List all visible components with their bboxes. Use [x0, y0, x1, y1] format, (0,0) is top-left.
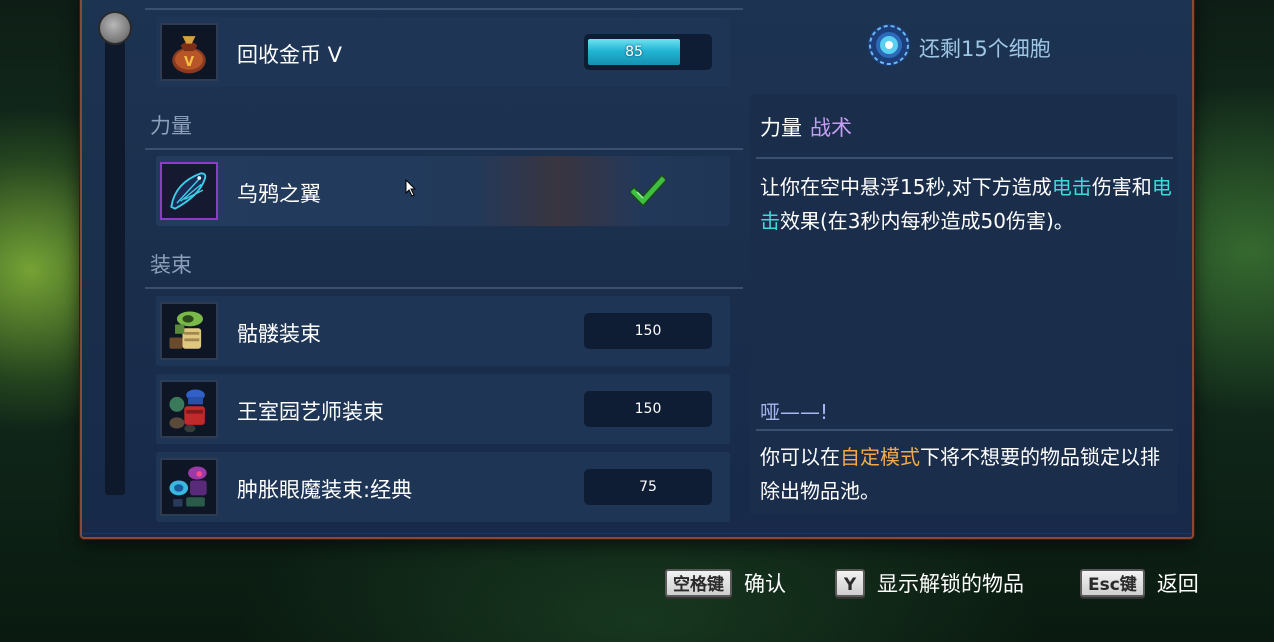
scrollbar-knob[interactable]	[100, 13, 130, 43]
y-key-icon: Y	[835, 569, 865, 597]
hint-confirm[interactable]: 空格键 确认	[665, 566, 786, 600]
details-divider	[756, 157, 1173, 159]
list-item-gardener-outfit[interactable]: 王室园艺师装束 150	[156, 374, 730, 444]
esc-key-icon: Esc键	[1080, 569, 1145, 597]
item-details-panel: 力量 战术 让你在空中悬浮15秒,对下方造成电击伤害和电击效果(在3秒内每秒造成5…	[750, 94, 1177, 514]
item-name: 骷髅装束	[237, 322, 321, 346]
section-divider	[145, 287, 743, 289]
list-item-crow-wing[interactable]: 乌鸦之翼	[156, 156, 730, 226]
progress-value: 85	[625, 44, 643, 60]
item-category: 力量 战术	[760, 112, 852, 142]
hint-label: 显示解锁的物品	[877, 572, 1024, 596]
keyword-shock: 电击	[1051, 175, 1092, 199]
subcategory-label: 战术	[810, 116, 852, 140]
gardener-outfit-icon	[160, 380, 218, 438]
cells-remaining-text: 还剩15个细胞	[919, 37, 1051, 61]
cost-box: 75	[584, 469, 712, 505]
list-item-bloated-eye-outfit[interactable]: 肿胀眼魔装束:经典 75	[156, 452, 730, 522]
scrollbar-track[interactable]	[105, 25, 125, 495]
cell-icon	[868, 24, 910, 66]
item-name: 乌鸦之翼	[237, 182, 321, 206]
section-header-outfits: 装束	[150, 253, 192, 277]
mouse-cursor-icon	[405, 179, 417, 197]
space-key-icon: 空格键	[665, 569, 732, 597]
svg-text:V: V	[184, 55, 195, 70]
cost-box: 150	[584, 313, 712, 349]
hint-label: 返回	[1156, 572, 1199, 596]
bloated-eye-outfit-icon	[160, 458, 218, 516]
cost-box: 150	[584, 391, 712, 427]
section-header-power: 力量	[150, 114, 192, 138]
item-description: 让你在空中悬浮15秒,对下方造成电击伤害和电击效果(在3秒内每秒造成50伤害)。	[760, 175, 1172, 233]
hint-label: 确认	[744, 572, 786, 596]
crow-wing-icon	[160, 162, 218, 220]
item-name: 王室园艺师装束	[237, 400, 384, 424]
list-divider	[145, 8, 743, 10]
skeleton-outfit-icon	[160, 302, 218, 360]
hint-show-unlocked[interactable]: Y 显示解锁的物品	[835, 566, 1024, 600]
item-name: 肿胀眼魔装束:经典	[237, 478, 413, 502]
list-item-gold-recycle[interactable]: V 回收金币 V 85	[156, 17, 730, 87]
gold-bag-icon: V	[160, 23, 218, 81]
recycle-progress-bar: 85	[584, 34, 712, 70]
tip-text: 你可以在自定模式下将不想要的物品锁定以排除出物品池。	[760, 445, 1160, 503]
tip-divider	[756, 429, 1173, 431]
unlocked-check-icon	[631, 174, 665, 207]
hint-back[interactable]: Esc键 返回	[1080, 566, 1199, 600]
item-name: 回收金币 V	[237, 43, 343, 67]
tip-label: 哑——!	[760, 400, 829, 424]
category-label: 力量	[760, 116, 802, 140]
keyword-custom-mode: 自定模式	[840, 445, 920, 469]
section-divider	[145, 148, 743, 150]
list-item-skeleton-outfit[interactable]: 骷髅装束 150	[156, 296, 730, 366]
